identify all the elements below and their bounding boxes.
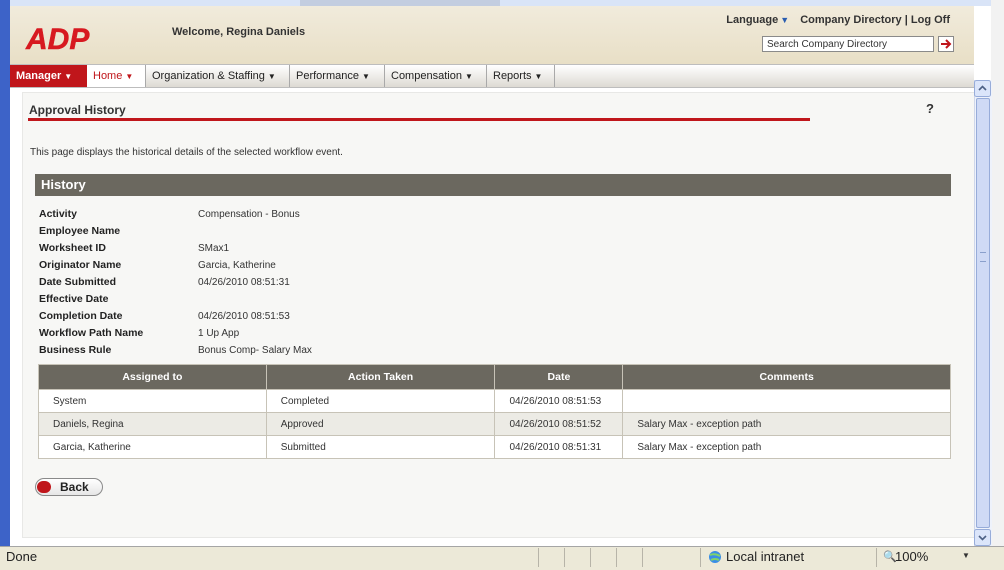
cell-comments: Salary Max - exception path (622, 412, 951, 436)
cell-assigned-to: System (38, 389, 267, 413)
back-button[interactable]: Back (35, 478, 103, 496)
nav-organization-staffing[interactable]: Organization & Staffing ▼ (146, 65, 290, 87)
welcome-message: Welcome, Regina Daniels (172, 26, 306, 38)
link-separator: | (904, 14, 908, 26)
chevron-down-icon[interactable]: ▼ (962, 551, 970, 560)
title-underline (28, 118, 810, 121)
table-row: Garcia, Katherine Submitted 04/26/2010 0… (38, 435, 951, 459)
page-description: This page displays the historical detail… (30, 147, 343, 158)
chevron-down-icon: ▼ (267, 72, 276, 81)
detail-label: Effective Date (39, 293, 109, 305)
cell-assigned-to: Daniels, Regina (38, 412, 267, 436)
table-header-row: Assigned to Action Taken Date Comments (38, 364, 951, 390)
nav-manager[interactable]: Manager ▼ (10, 65, 87, 87)
column-header-date: Date (494, 364, 624, 390)
status-divider (700, 548, 701, 567)
chevron-down-icon: ▼ (534, 72, 543, 81)
detail-value: Garcia, Katherine (198, 260, 276, 271)
browser-status-bar (0, 546, 1004, 570)
cell-date: 04/26/2010 08:51:53 (494, 389, 624, 413)
approval-history-table: Assigned to Action Taken Date Comments S… (38, 364, 951, 459)
cell-date: 04/26/2010 08:51:31 (494, 435, 624, 459)
app-header: ADP Welcome, Regina Daniels Language ▼ Co… (10, 6, 974, 64)
detail-value: Compensation - Bonus (198, 209, 300, 220)
status-text: Done (6, 549, 38, 564)
detail-value: 1 Up App (198, 328, 240, 339)
chevron-down-icon: ▼ (125, 72, 134, 81)
status-divider (590, 548, 591, 567)
chevron-up-icon (974, 80, 991, 97)
detail-value: 04/26/2010 08:51:31 (198, 277, 290, 288)
nav-compensation[interactable]: Compensation ▼ (385, 65, 487, 87)
detail-label: Employee Name (39, 225, 121, 237)
help-icon[interactable]: ? (926, 101, 934, 116)
search-go-button[interactable] (938, 36, 954, 52)
red-pill-icon (37, 481, 51, 493)
scroll-up-button[interactable] (974, 80, 991, 97)
chevron-down-icon (974, 529, 991, 546)
svg-text:ADP: ADP (25, 23, 90, 55)
section-title: History (41, 177, 86, 192)
utility-links: Language ▼ Company Directory | Log Off (726, 14, 950, 26)
nav-home[interactable]: Home ▼ (87, 65, 146, 87)
back-button-label: Back (60, 480, 89, 494)
status-divider (564, 548, 565, 567)
detail-label: Activity (39, 208, 77, 220)
detail-label: Worksheet ID (39, 242, 106, 254)
cell-action-taken: Completed (265, 389, 496, 413)
table-row: System Completed 04/26/2010 08:51:53 (38, 389, 951, 413)
window-right-edge (991, 0, 1004, 546)
cell-comments (622, 389, 951, 413)
cell-date: 04/26/2010 08:51:52 (494, 412, 624, 436)
chevron-down-icon[interactable]: ▼ (780, 15, 789, 25)
arrow-right-icon (941, 39, 952, 49)
detail-label: Business Rule (39, 344, 112, 356)
nav-performance[interactable]: Performance ▼ (290, 65, 385, 87)
adp-logo[interactable]: ADP (24, 21, 96, 55)
scroll-grip-icon (980, 252, 986, 262)
intranet-globe-icon (709, 551, 721, 563)
nav-reports[interactable]: Reports ▼ (487, 65, 555, 87)
scroll-thumb[interactable] (976, 98, 990, 528)
table-row: Daniels, Regina Approved 04/26/2010 08:5… (38, 412, 951, 436)
company-directory-search-input[interactable]: Search Company Directory (762, 36, 934, 52)
column-header-action-taken: Action Taken (265, 364, 496, 390)
history-section-header: History (35, 174, 951, 196)
detail-label: Workflow Path Name (39, 327, 144, 339)
chevron-down-icon: ▼ (464, 72, 473, 81)
detail-value: 04/26/2010 08:51:53 (198, 311, 290, 322)
window-left-border (0, 0, 10, 546)
company-directory-link[interactable]: Company Directory (800, 14, 901, 26)
cell-comments: Salary Max - exception path (622, 435, 951, 459)
cell-action-taken: Approved (265, 412, 496, 436)
detail-label: Date Submitted (39, 276, 117, 288)
chevron-down-icon: ▼ (64, 72, 73, 81)
status-divider (876, 548, 877, 567)
column-header-assigned-to: Assigned to (38, 364, 267, 390)
status-divider (616, 548, 617, 567)
log-off-link[interactable]: Log Off (911, 14, 950, 26)
chevron-down-icon: ▼ (361, 72, 370, 81)
status-divider (538, 548, 539, 567)
scroll-down-button[interactable] (974, 529, 991, 546)
cell-assigned-to: Garcia, Katherine (38, 435, 267, 459)
detail-value: Bonus Comp- Salary Max (198, 345, 312, 356)
zoom-level[interactable]: 100% (895, 549, 928, 564)
language-menu[interactable]: Language (726, 14, 778, 26)
column-header-comments: Comments (622, 364, 951, 390)
main-nav: Manager ▼ Home ▼ Organization & Staffing ▼ … (10, 64, 974, 88)
security-zone-label: Local intranet (726, 549, 805, 564)
cell-action-taken: Submitted (265, 435, 496, 459)
detail-label: Completion Date (39, 310, 123, 322)
page-title: Approval History (29, 103, 126, 117)
detail-value: SMax1 (198, 243, 230, 254)
detail-label: Originator Name (39, 259, 122, 271)
status-divider (642, 548, 643, 567)
